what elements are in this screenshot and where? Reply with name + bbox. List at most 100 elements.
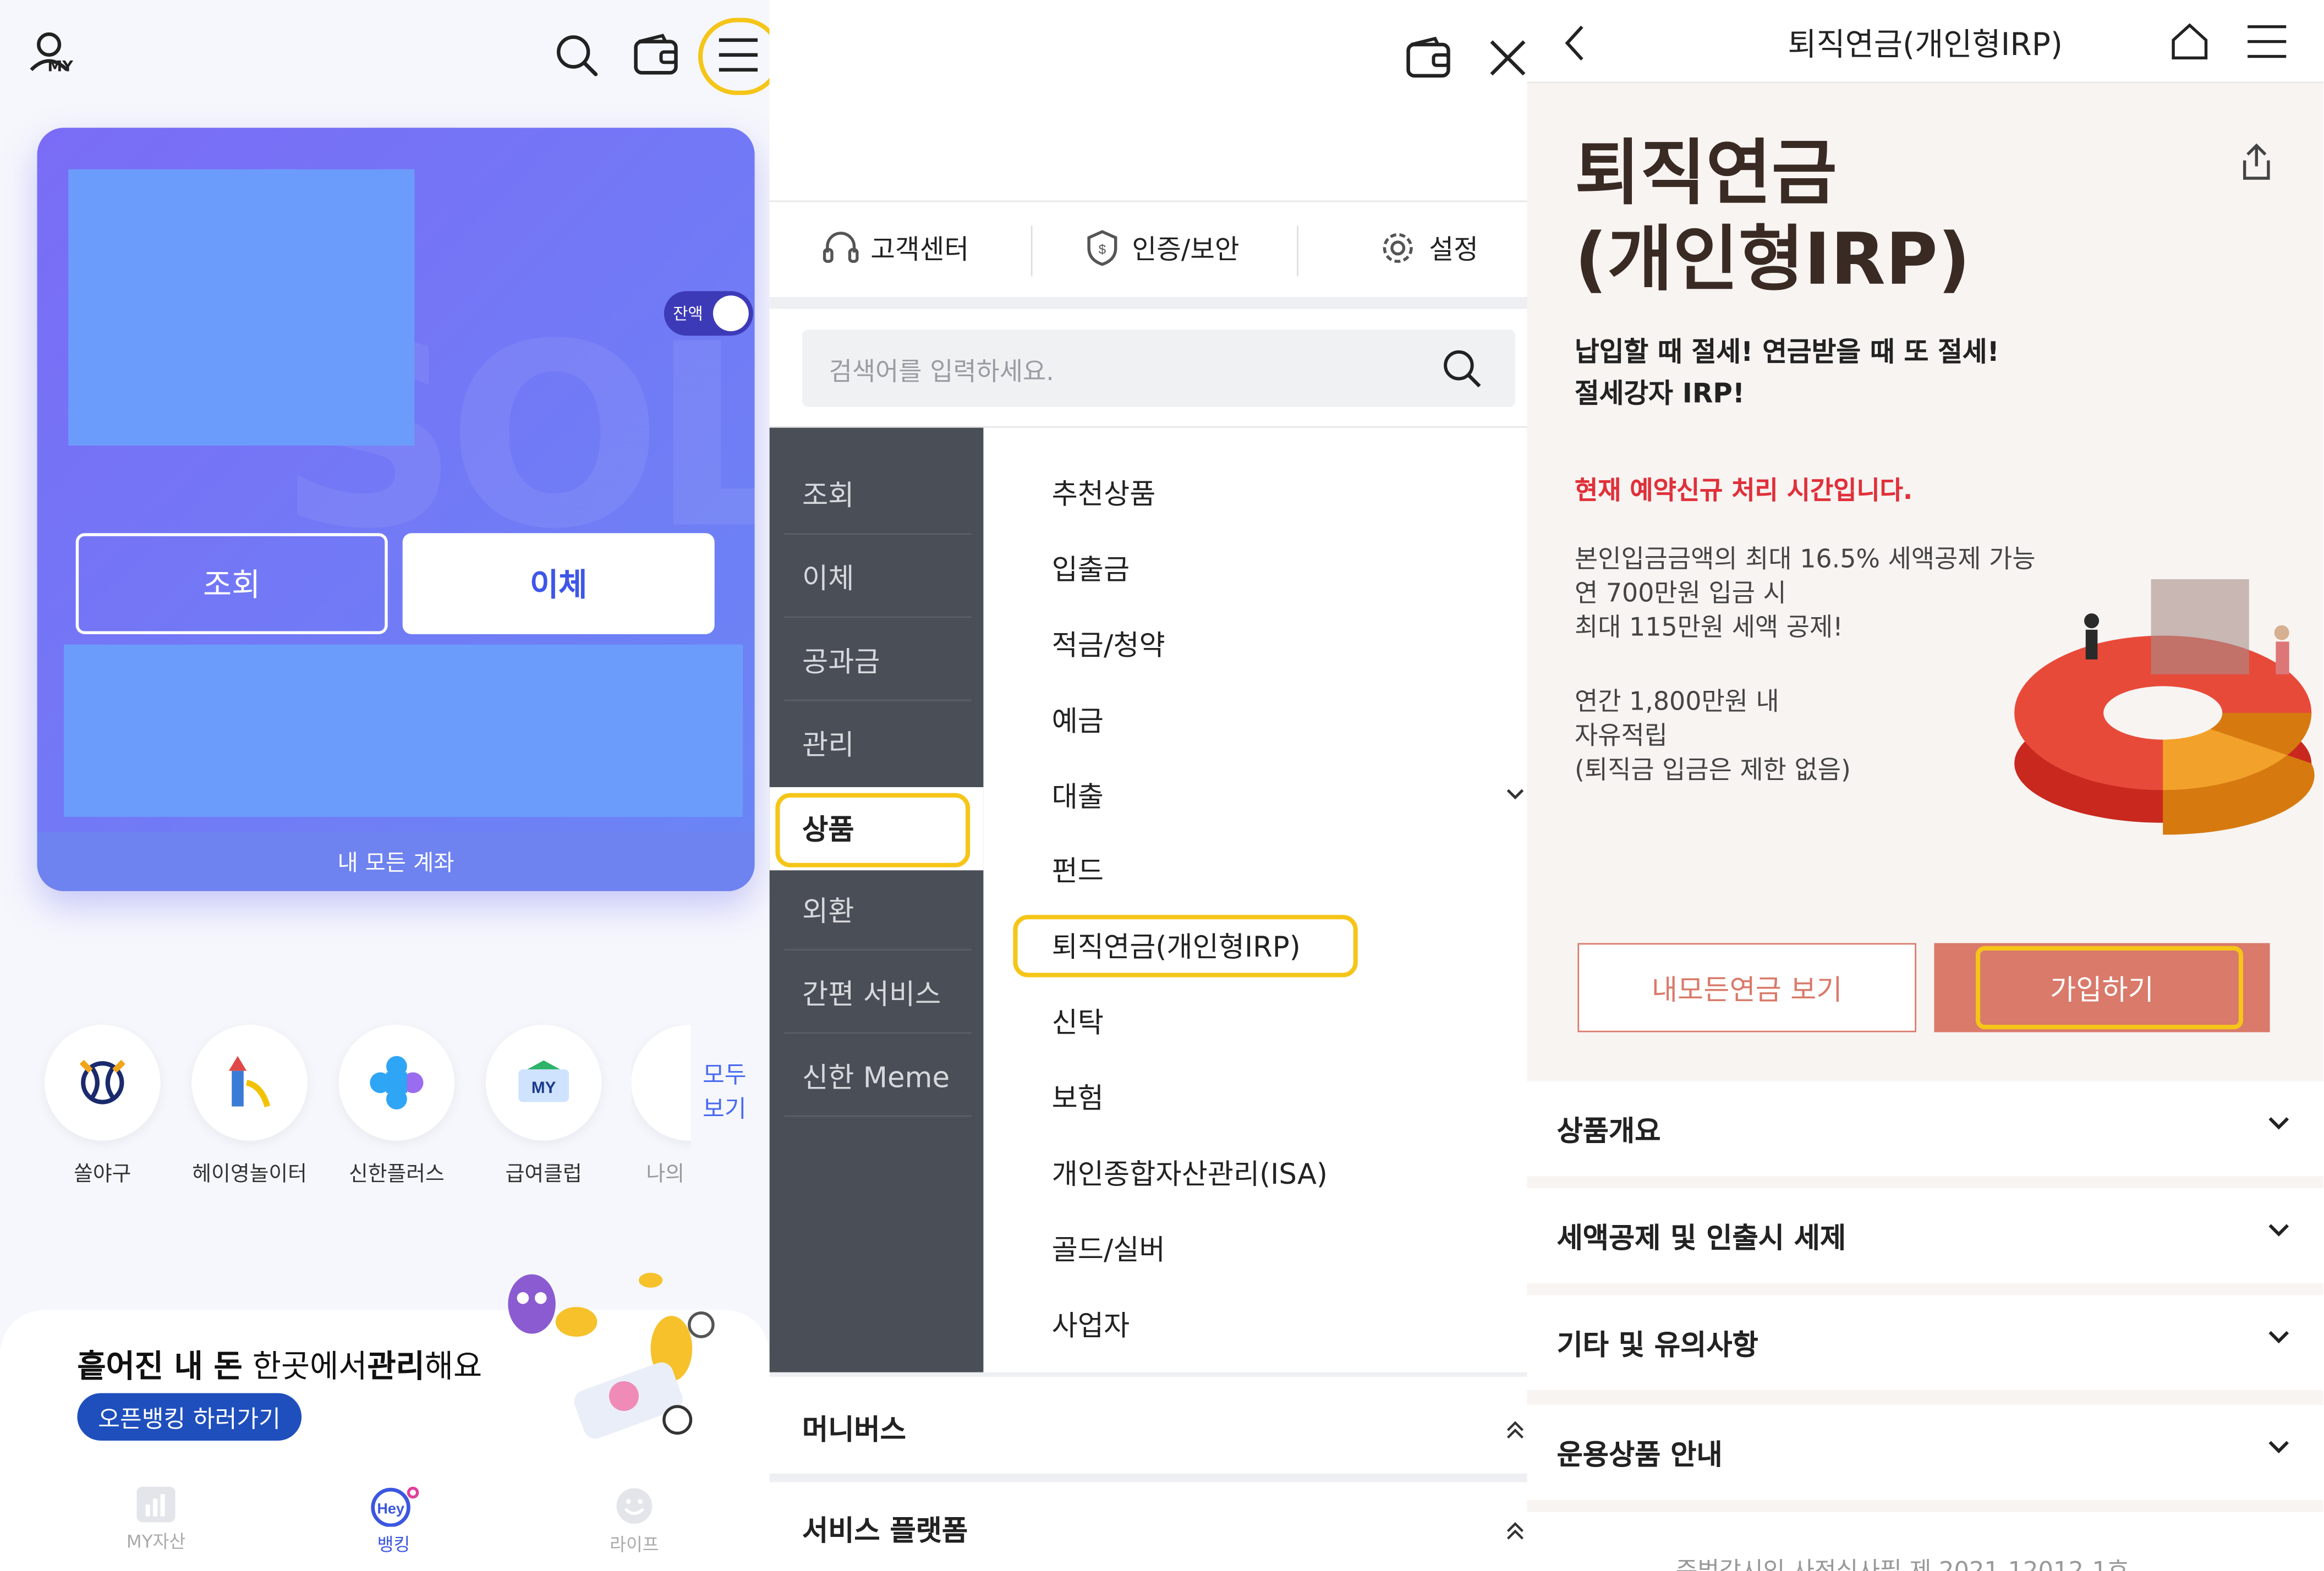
product-insurance[interactable]: 보험: [1052, 1077, 1104, 1117]
category-label: 공과금: [802, 645, 880, 678]
wallet-icon[interactable]: [1405, 36, 1452, 80]
open-banking-button[interactable]: 오픈뱅킹 하러가기: [77, 1393, 302, 1441]
chevron-up-icon[interactable]: [1506, 1420, 1524, 1441]
category-bills[interactable]: 공과금: [770, 618, 984, 701]
desc-line: 본인입금금액의 최대 16.5% 세액공제 가능: [1575, 545, 2036, 575]
category-label: 신한 Meme: [802, 1061, 950, 1094]
chevron-down-icon: [2268, 1331, 2289, 1344]
hamburger-menu-icon[interactable]: [2246, 24, 2288, 59]
product-business[interactable]: 사업자: [1052, 1304, 1130, 1344]
quick-menu-item[interactable]: 쏠야구: [43, 1025, 162, 1188]
desc-line: 연 700만원 입금 시: [1575, 579, 1786, 609]
masked-account-info: [68, 169, 415, 446]
my-profile-button[interactable]: MY: [27, 30, 78, 86]
transfer-button[interactable]: 이체: [402, 533, 715, 634]
salary-club-icon: MY: [485, 1025, 602, 1141]
product-gold-silver[interactable]: 골드/실버: [1052, 1228, 1165, 1268]
desc-line: (퇴직금 입금은 제한 없음): [1575, 756, 1851, 786]
join-button[interactable]: 가입하기: [1934, 943, 2270, 1032]
quick-menu-item[interactable]: 나의: [631, 1025, 691, 1188]
back-arrow-icon[interactable]: [1563, 24, 1586, 62]
chevron-down-icon[interactable]: [1506, 787, 1524, 802]
account-card: SOL 잔액 조회 이체 내 모든 계좌: [37, 128, 755, 892]
chevron-up-icon[interactable]: [1506, 1521, 1524, 1542]
inquiry-button[interactable]: 조회: [75, 533, 388, 634]
benefit-description: 본인입금금액의 최대 16.5% 세액공제 가능 연 700만원 입금 시 최대…: [1575, 543, 2036, 646]
my-icon: [631, 1025, 691, 1141]
banner-title-bold-2: 관리: [367, 1348, 425, 1385]
pension-donut-illustration: [2014, 579, 2315, 835]
search-icon[interactable]: [1441, 348, 1483, 389]
divider: [1031, 226, 1033, 277]
product-subtitle: 납입할 때 절세! 연금받을 때 또 절세! 절세강자 IRP!: [1575, 333, 1999, 416]
menu-search-box[interactable]: 검색어를 입력하세요.: [802, 329, 1515, 407]
header-title: 퇴직연금(개인형IRP): [1788, 26, 2063, 63]
close-icon[interactable]: [1488, 39, 1527, 77]
quick-menu-item[interactable]: MY 급여클럽: [484, 1025, 603, 1188]
category-inquiry[interactable]: 조회: [770, 452, 984, 535]
product-recommended[interactable]: 추천상품: [1052, 473, 1156, 513]
product-time-deposit[interactable]: 예금: [1052, 700, 1104, 740]
product-isa[interactable]: 개인종합자산관리(ISA): [1052, 1152, 1328, 1193]
tab-banking[interactable]: Hey 뱅킹: [335, 1485, 453, 1557]
accordion-label: 기타 및 유의사항: [1556, 1328, 1758, 1361]
section-gap: [769, 1372, 1527, 1377]
accordion-label: 세액공제 및 인출시 세제: [1556, 1221, 1846, 1255]
accordion-products[interactable]: 운용상품 안내: [1527, 1405, 2323, 1500]
asset-chart-icon: [136, 1486, 176, 1523]
home-screen: MY SOL 잔액 조회 이체 내 모든 계좌 쏠야구 헤이영놀이터 신한플러스…: [0, 0, 770, 1571]
divider: [1297, 226, 1298, 277]
banner-title-bold-1: 흩어진 내 돈: [77, 1348, 243, 1385]
category-transfer[interactable]: 이체: [770, 535, 984, 618]
chevron-down-icon: [2268, 1117, 2289, 1130]
balance-toggle[interactable]: 잔액: [664, 291, 753, 336]
product-irp[interactable]: 퇴직연금(개인형IRP): [1052, 925, 1301, 965]
product-trust[interactable]: 신탁: [1052, 1001, 1104, 1041]
category-shinhan-meme[interactable]: 신한 Meme: [770, 1034, 984, 1117]
smile-icon: [616, 1488, 653, 1524]
search-icon[interactable]: [554, 32, 599, 77]
svg-text:$: $: [1099, 243, 1106, 257]
accordion-label: 운용상품 안내: [1556, 1438, 1723, 1471]
wallet-icon[interactable]: [633, 32, 680, 77]
tab-my-assets[interactable]: MY자산: [97, 1485, 216, 1553]
category-forex[interactable]: 외환: [770, 867, 984, 951]
see-all-link[interactable]: 모두 보기: [692, 1047, 770, 1196]
category-manage[interactable]: 관리: [770, 701, 984, 784]
banner-title-text-1: 한곳에서: [252, 1348, 368, 1385]
accordion-notes[interactable]: 기타 및 유의사항: [1527, 1295, 2323, 1391]
quick-menu-item[interactable]: 신한플러스: [337, 1025, 456, 1188]
product-title-line1: 퇴직연금: [1575, 132, 1837, 216]
accordion-overview[interactable]: 상품개요: [1527, 1081, 2323, 1177]
masked-account-list: [64, 644, 743, 817]
settings-link[interactable]: 설정: [1379, 229, 1478, 267]
product-deposit-withdraw[interactable]: 입출금: [1052, 548, 1130, 588]
all-accounts-link[interactable]: 내 모든 계좌: [37, 832, 755, 891]
section-moneyverse[interactable]: 머니버스: [802, 1408, 906, 1448]
home-icon[interactable]: [2169, 21, 2211, 63]
product-savings[interactable]: 적금/청약: [1052, 624, 1165, 664]
customer-center-link[interactable]: 고객센터: [823, 229, 969, 267]
section-gap: [769, 1473, 1527, 1482]
section-service-platform[interactable]: 서비스 플랫폼: [802, 1509, 968, 1549]
product-loan[interactable]: 대출: [1052, 775, 1104, 815]
hamburger-menu-icon[interactable]: [716, 36, 760, 74]
balance-toggle-label: 잔액: [673, 304, 703, 324]
see-all-line1: 모두: [703, 1060, 747, 1089]
tab-life[interactable]: 라이프: [575, 1485, 694, 1557]
chevron-down-icon: [2268, 1224, 2289, 1237]
headset-icon: [823, 232, 859, 263]
category-label: 상품: [802, 814, 854, 847]
product-fund[interactable]: 펀드: [1052, 849, 1104, 889]
auth-security-link[interactable]: $ 인증/보안: [1084, 229, 1240, 267]
accordion-tax[interactable]: 세액공제 및 인출시 세제: [1527, 1188, 2323, 1283]
quick-menu-item[interactable]: 헤이영놀이터: [190, 1025, 309, 1188]
top-link-label: 설정: [1429, 234, 1478, 266]
my-pension-button[interactable]: 내모든연금 보기: [1577, 943, 1916, 1032]
category-easy-service[interactable]: 간편 서비스: [770, 951, 984, 1034]
coins-illustration: [508, 1272, 715, 1439]
quick-menu-label: 신한플러스: [348, 1163, 445, 1187]
category-label: 외환: [802, 894, 854, 928]
share-icon[interactable]: [2240, 142, 2273, 181]
category-products[interactable]: 상품: [769, 787, 984, 871]
